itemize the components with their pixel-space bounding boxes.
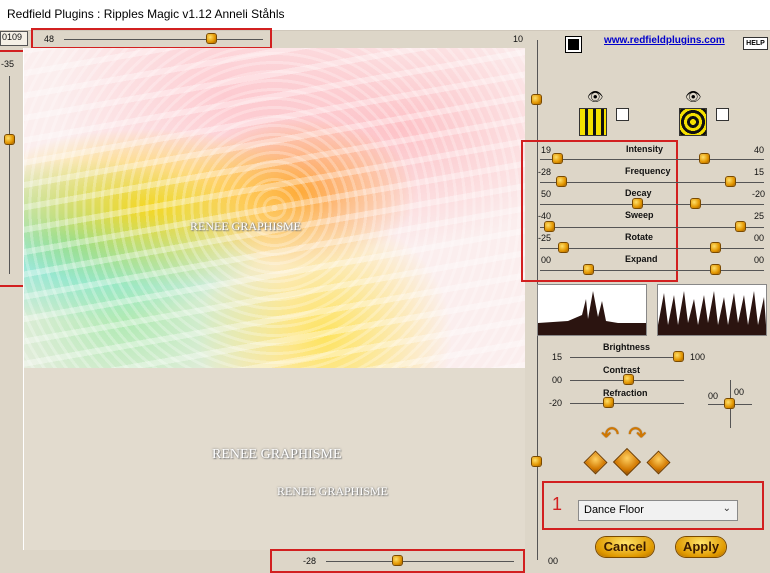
expand-label: Expand: [625, 254, 658, 264]
intensity-right-track[interactable]: [667, 159, 764, 160]
decay-right-track[interactable]: [667, 204, 764, 205]
decay-right-thumb[interactable]: [691, 199, 700, 208]
rotate-left-thumb[interactable]: [559, 243, 568, 252]
highlight-left-slider: [0, 50, 25, 287]
sweep-right-track[interactable]: [667, 227, 764, 228]
sweep-right-value: 25: [754, 211, 765, 221]
sweep-left-thumb[interactable]: [545, 222, 554, 231]
refraction-track[interactable]: [570, 403, 684, 404]
decay-left-thumb[interactable]: [633, 199, 642, 208]
expand-left-track[interactable]: [540, 270, 667, 271]
bottom-slider-thumb[interactable]: [393, 556, 402, 565]
frequency-right-track[interactable]: [667, 182, 764, 183]
expand-right-value: 00: [754, 255, 765, 265]
redo-arrow-icon[interactable]: ↷: [628, 422, 646, 448]
watermark-1: RENEE GRAPHISME: [190, 219, 302, 233]
undo-arrow-icon[interactable]: ↶: [601, 422, 619, 448]
eye-icon[interactable]: 👁: [587, 89, 604, 105]
decay-right-value: -20: [752, 189, 766, 199]
help-button[interactable]: HELP: [743, 37, 768, 50]
intensity-left-thumb[interactable]: [553, 154, 562, 163]
right-bottom-value: 00: [548, 556, 559, 566]
cancel-button[interactable]: Cancel: [596, 537, 654, 557]
decay-label: Decay: [625, 188, 652, 198]
intensity-right-thumb[interactable]: [700, 154, 709, 163]
contrast-thumb[interactable]: [624, 375, 633, 384]
watermark-3: RENEE GRAPHISME: [277, 484, 389, 498]
contrast-label: Contrast: [603, 365, 641, 375]
dice-icon[interactable]: [614, 449, 640, 475]
title-bar: Redfield Plugins : Ripples Magic v1.12 A…: [0, 0, 770, 31]
apply-button[interactable]: Apply: [676, 537, 726, 557]
frequency-right-thumb[interactable]: [726, 177, 735, 186]
website-link[interactable]: www.redfieldplugins.com: [604, 35, 725, 46]
ripple-preview-image: [24, 48, 525, 368]
pattern-2-checkbox[interactable]: [716, 108, 729, 121]
light-position-thumb[interactable]: [725, 399, 734, 408]
expand-left-value: 00: [541, 255, 552, 265]
watermark-2: RENEE GRAPHISME: [212, 447, 342, 462]
intensity-right-value: 40: [754, 145, 765, 155]
sweep-right-thumb[interactable]: [736, 222, 745, 231]
sweep-label: Sweep: [625, 210, 654, 220]
rotate-left-value: -25: [538, 233, 552, 243]
horiz-slider-track[interactable]: [64, 39, 263, 40]
top-left-value: 0109: [2, 32, 23, 42]
vert-slider-thumb[interactable]: [5, 135, 14, 144]
bottom-slider-value: -28: [303, 556, 317, 566]
bottom-slider-track[interactable]: [326, 561, 514, 562]
waveform-left: [537, 284, 647, 336]
dice-icon[interactable]: [647, 451, 670, 474]
refraction-label: Refraction: [603, 388, 648, 398]
color-swatch[interactable]: [566, 37, 581, 52]
decay-left-value: 50: [541, 189, 552, 199]
preset-marker: 1: [552, 494, 563, 514]
brightness-label: Brightness: [603, 342, 651, 352]
right-vert-slider-thumb-1[interactable]: [532, 95, 541, 104]
preset-dropdown[interactable]: Dance Floor ⌄: [578, 500, 738, 521]
dice-icon[interactable]: [584, 451, 607, 474]
vert-slider-track[interactable]: [9, 76, 10, 274]
frequency-right-value: 15: [754, 167, 765, 177]
chevron-down-icon: ⌄: [722, 503, 731, 514]
intensity-left-value: 19: [541, 145, 552, 155]
horiz-slider-thumb[interactable]: [207, 34, 216, 43]
rotate-right-value: 00: [754, 233, 765, 243]
expand-right-thumb[interactable]: [711, 265, 720, 274]
rotate-right-thumb[interactable]: [711, 243, 720, 252]
brightness-thumb[interactable]: [674, 352, 683, 361]
top-left-value-box: 0109: [0, 31, 28, 46]
horiz-slider-value: 48: [44, 34, 55, 44]
brightness-left-value: 15: [552, 352, 563, 362]
light-x-value: 00: [708, 391, 719, 401]
window-title: Redfield Plugins : Ripples Magic v1.12 A…: [7, 7, 285, 21]
expand-left-thumb[interactable]: [584, 265, 593, 274]
brightness-right-value: 100: [690, 352, 706, 362]
intensity-label: Intensity: [626, 144, 664, 154]
right-top-value: 10: [513, 34, 524, 44]
frequency-left-thumb[interactable]: [557, 177, 566, 186]
eye-icon[interactable]: 👁: [685, 89, 702, 105]
preview-area: RENEE GRAPHISME RENEE GRAPHISME RENEE GR…: [23, 48, 525, 550]
refraction-left-value: -20: [549, 398, 563, 408]
vert-slider-value: -35: [1, 59, 15, 69]
pattern-2[interactable]: [679, 108, 707, 136]
sweep-left-track[interactable]: [540, 227, 667, 228]
frequency-label: Frequency: [625, 166, 671, 176]
right-vert-slider-thumb-2[interactable]: [532, 457, 541, 466]
waveform-right: [657, 284, 767, 336]
light-y-value: 00: [734, 387, 745, 397]
preset-selected: Dance Floor: [584, 504, 644, 516]
pattern-1-checkbox[interactable]: [616, 108, 629, 121]
refraction-thumb[interactable]: [604, 398, 613, 407]
frequency-left-value: -28: [538, 167, 552, 177]
rotate-label: Rotate: [625, 232, 654, 242]
contrast-left-value: 00: [552, 375, 563, 385]
sweep-left-value: -40: [538, 211, 552, 221]
brightness-track[interactable]: [570, 357, 684, 358]
pattern-1[interactable]: [579, 108, 607, 136]
decay-left-track[interactable]: [540, 204, 667, 205]
